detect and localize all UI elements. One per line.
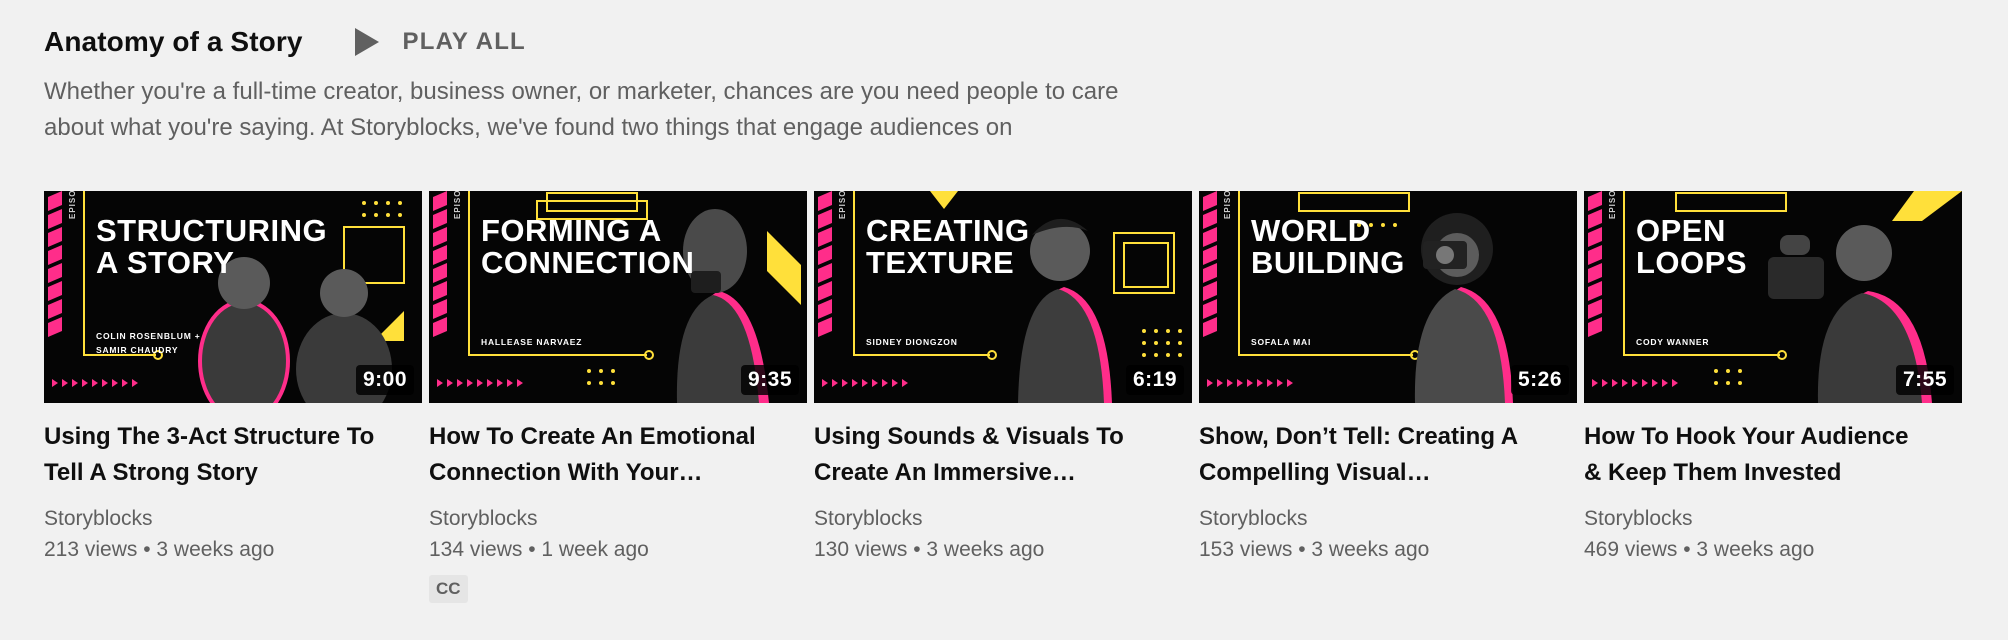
video-card[interactable]: EPISODE 5 OPEN LOOPS CODY WANNER 7:55 Ho…: [1584, 191, 1962, 603]
thumbnail-names: CODY WANNER: [1636, 337, 1710, 347]
video-card[interactable]: EPISODE 2 FORMING A CONNECTION HALLEASE …: [429, 191, 807, 603]
meta-separator: •: [143, 538, 157, 561]
duration-badge: 5:26: [1510, 365, 1569, 395]
duration-badge: 9:00: [355, 365, 414, 395]
meta-separator: •: [913, 538, 927, 561]
video-meta: 153 views • 3 weeks ago: [1199, 534, 1577, 565]
upload-age: 3 weeks ago: [156, 538, 275, 561]
video-thumbnail[interactable]: EPISODE 4 WORLD BUILDING SOFALA MAI 5:26: [1199, 191, 1577, 403]
upload-age: 1 week ago: [541, 538, 649, 561]
episode-label: EPISODE 3: [838, 191, 847, 219]
video-meta: 213 views • 3 weeks ago: [44, 534, 422, 565]
video-card[interactable]: EPISODE 3 CREATING TEXTURE SIDNEY DIONGZ…: [814, 191, 1192, 603]
channel-name[interactable]: Storyblocks: [1584, 503, 1962, 534]
view-count: 130 views: [814, 538, 908, 561]
meta-separator: •: [528, 538, 542, 561]
video-thumbnail[interactable]: EPISODE 5 OPEN LOOPS CODY WANNER 7:55: [1584, 191, 1962, 403]
video-thumbnail[interactable]: EPISODE 3 CREATING TEXTURE SIDNEY DIONGZ…: [814, 191, 1192, 403]
view-count: 213 views: [44, 538, 138, 561]
video-meta: 134 views • 1 week ago: [429, 534, 807, 565]
play-all-button[interactable]: PLAY ALL: [353, 26, 526, 58]
thumbnail-names: HALLEASE NARVAEZ: [481, 337, 583, 347]
upload-age: 3 weeks ago: [1696, 538, 1815, 561]
meta-separator: •: [1298, 538, 1312, 561]
video-thumbnail[interactable]: EPISODE 1 STRUCTURING A STORY COLIN ROSE…: [44, 191, 422, 403]
channel-name[interactable]: Storyblocks: [1199, 503, 1577, 534]
play-icon: [353, 26, 381, 58]
channel-name[interactable]: Storyblocks: [814, 503, 1192, 534]
video-title[interactable]: Using Sounds & Visuals To Create An Imme…: [814, 419, 1154, 491]
upload-age: 3 weeks ago: [1311, 538, 1430, 561]
video-title[interactable]: How To Hook Your Audience & Keep Them In…: [1584, 419, 1924, 491]
episode-label: EPISODE 4: [1223, 191, 1232, 219]
thumbnail-title: CREATING TEXTURE: [866, 213, 1030, 280]
thumbnail-title: WORLD BUILDING: [1251, 213, 1405, 280]
upload-age: 3 weeks ago: [926, 538, 1045, 561]
video-meta: 469 views • 3 weeks ago: [1584, 534, 1962, 565]
video-title[interactable]: Using The 3-Act Structure To Tell A Stro…: [44, 419, 384, 491]
play-all-label: PLAY ALL: [402, 28, 526, 55]
channel-name[interactable]: Storyblocks: [44, 503, 422, 534]
view-count: 153 views: [1199, 538, 1293, 561]
thumbnail-title: OPEN LOOPS: [1636, 213, 1748, 280]
video-card[interactable]: EPISODE 1 STRUCTURING A STORY COLIN ROSE…: [44, 191, 422, 603]
thumbnail-names: SOFALA MAI: [1251, 337, 1312, 347]
shelf-header: Anatomy of a Story PLAY ALL: [44, 22, 526, 62]
duration-badge: 7:55: [1895, 365, 1954, 395]
thumbnail-names: COLIN ROSENBLUM + SAMIR CHAUDRY: [96, 331, 201, 355]
duration-badge: 6:19: [1125, 365, 1184, 395]
duration-badge: 9:35: [740, 365, 799, 395]
video-title[interactable]: How To Create An Emotional Connection Wi…: [429, 419, 769, 491]
view-count: 134 views: [429, 538, 523, 561]
episode-label: EPISODE 2: [453, 191, 462, 219]
shelf-description: Whether you're a full-time creator, busi…: [44, 78, 1119, 141]
playlist-shelf: Anatomy of a Story PLAY ALL Whether you'…: [0, 0, 2008, 640]
thumbnail-names: SIDNEY DIONGZON: [866, 337, 958, 347]
video-meta: 130 views • 3 weeks ago: [814, 534, 1192, 565]
meta-separator: •: [1683, 538, 1697, 561]
shelf-title[interactable]: Anatomy of a Story: [44, 26, 303, 58]
view-count: 469 views: [1584, 538, 1678, 561]
video-title[interactable]: Show, Don’t Tell: Creating A Compelling …: [1199, 419, 1539, 491]
video-thumbnail[interactable]: EPISODE 2 FORMING A CONNECTION HALLEASE …: [429, 191, 807, 403]
cc-badge: CC: [429, 575, 468, 603]
thumbnail-title: FORMING A CONNECTION: [481, 213, 695, 280]
episode-label: EPISODE 1: [68, 191, 77, 219]
video-card[interactable]: EPISODE 4 WORLD BUILDING SOFALA MAI 5:26…: [1199, 191, 1577, 603]
thumbnail-title: STRUCTURING A STORY: [96, 213, 328, 280]
video-list: EPISODE 1 STRUCTURING A STORY COLIN ROSE…: [44, 191, 1962, 603]
channel-name[interactable]: Storyblocks: [429, 503, 807, 534]
episode-label: EPISODE 5: [1608, 191, 1617, 219]
